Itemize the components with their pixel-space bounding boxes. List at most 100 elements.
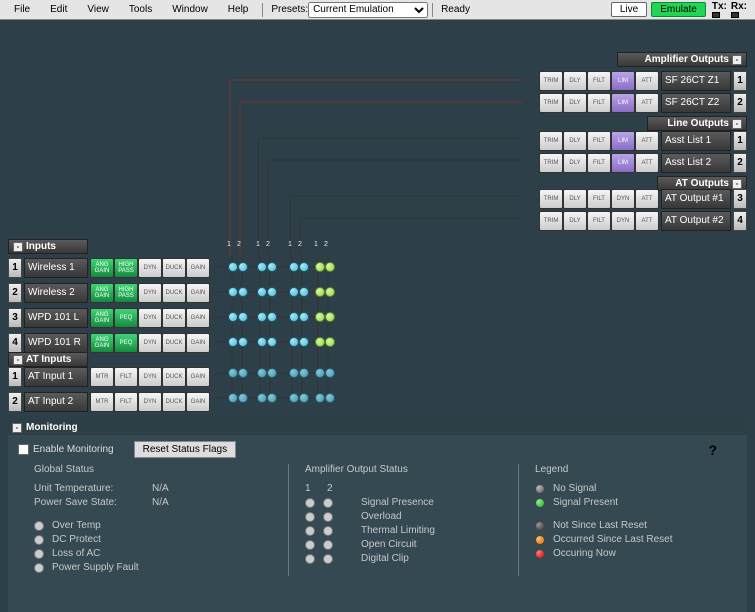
menu-edit[interactable]: Edit	[40, 2, 77, 17]
matrix-node[interactable]	[267, 262, 277, 272]
reset-status-button[interactable]: Reset Status Flags	[134, 441, 236, 458]
proc-block[interactable]: FILT	[587, 131, 611, 151]
proc-block[interactable]: FILT	[587, 211, 611, 231]
matrix-node[interactable]	[325, 312, 335, 322]
proc-block[interactable]: TRIM	[539, 153, 563, 173]
collapse-icon[interactable]: -	[732, 119, 742, 129]
channel-label[interactable]: AT Output #2	[661, 211, 731, 231]
proc-block[interactable]: ANG GAIN	[90, 258, 114, 278]
amp-outputs-header[interactable]: Amplifier Outputs-	[617, 52, 747, 67]
proc-block[interactable]: ATT	[635, 211, 659, 231]
matrix-node[interactable]	[228, 312, 238, 322]
matrix-node[interactable]	[228, 368, 238, 378]
channel-label[interactable]: Wireless 1	[24, 258, 88, 278]
matrix-node[interactable]	[267, 393, 277, 403]
matrix-node[interactable]	[299, 393, 309, 403]
proc-block[interactable]: DUCK	[162, 392, 186, 412]
proc-block[interactable]: LIM	[611, 71, 635, 91]
proc-block[interactable]: ANG GAIN	[90, 283, 114, 303]
proc-block[interactable]: FILT	[114, 367, 138, 387]
at-inputs-header[interactable]: -AT Inputs	[8, 352, 88, 367]
collapse-icon[interactable]: -	[13, 355, 23, 365]
proc-block[interactable]: HIGH PASS	[114, 283, 138, 303]
menu-view[interactable]: View	[77, 2, 119, 17]
proc-block[interactable]: FILT	[587, 71, 611, 91]
enable-monitoring-checkbox[interactable]: Enable Monitoring	[18, 444, 114, 455]
matrix-node[interactable]	[315, 287, 325, 297]
proc-block[interactable]: GAIN	[186, 333, 210, 353]
proc-block[interactable]: DYN	[138, 308, 162, 328]
emulate-button[interactable]: Emulate	[651, 2, 706, 17]
matrix-node[interactable]	[257, 368, 267, 378]
matrix-node[interactable]	[267, 312, 277, 322]
collapse-icon[interactable]: -	[12, 423, 22, 433]
proc-block[interactable]: DUCK	[162, 258, 186, 278]
matrix-node[interactable]	[267, 337, 277, 347]
collapse-icon[interactable]: -	[732, 55, 742, 65]
menu-window[interactable]: Window	[162, 2, 218, 17]
proc-block[interactable]: GAIN	[186, 258, 210, 278]
proc-block[interactable]: GAIN	[186, 308, 210, 328]
proc-block[interactable]: DLY	[563, 71, 587, 91]
matrix-node[interactable]	[228, 287, 238, 297]
matrix-node[interactable]	[325, 368, 335, 378]
help-icon[interactable]: ?	[708, 442, 717, 458]
matrix-node[interactable]	[289, 368, 299, 378]
matrix-node[interactable]	[325, 337, 335, 347]
matrix-node[interactable]	[299, 312, 309, 322]
proc-block[interactable]: PEQ	[114, 308, 138, 328]
channel-label[interactable]: AT Output #1	[661, 189, 731, 209]
collapse-icon[interactable]: -	[13, 242, 23, 252]
proc-block[interactable]: ANG GAIN	[90, 308, 114, 328]
proc-block[interactable]: DUCK	[162, 367, 186, 387]
collapse-icon[interactable]: -	[732, 179, 742, 189]
matrix-node[interactable]	[289, 287, 299, 297]
menu-tools[interactable]: Tools	[119, 2, 162, 17]
proc-block[interactable]: DYN	[611, 211, 635, 231]
proc-block[interactable]: FILT	[587, 93, 611, 113]
proc-block[interactable]: DLY	[563, 211, 587, 231]
matrix-node[interactable]	[299, 262, 309, 272]
proc-block[interactable]: ATT	[635, 71, 659, 91]
proc-block[interactable]: LIM	[611, 93, 635, 113]
proc-block[interactable]: DLY	[563, 189, 587, 209]
matrix-node[interactable]	[257, 312, 267, 322]
monitoring-header[interactable]: -Monitoring	[8, 420, 747, 435]
matrix-node[interactable]	[325, 262, 335, 272]
proc-block[interactable]: ANG GAIN	[90, 333, 114, 353]
matrix-node[interactable]	[315, 262, 325, 272]
matrix-node[interactable]	[238, 312, 248, 322]
matrix-node[interactable]	[299, 368, 309, 378]
matrix-node[interactable]	[315, 393, 325, 403]
proc-block[interactable]: DYN	[138, 367, 162, 387]
proc-block[interactable]: DLY	[563, 93, 587, 113]
proc-block[interactable]: ATT	[635, 189, 659, 209]
matrix-node[interactable]	[267, 368, 277, 378]
matrix-node[interactable]	[238, 262, 248, 272]
proc-block[interactable]: LIM	[611, 153, 635, 173]
matrix-node[interactable]	[315, 368, 325, 378]
proc-block[interactable]: DLY	[563, 153, 587, 173]
matrix-node[interactable]	[325, 287, 335, 297]
proc-block[interactable]: TRIM	[539, 211, 563, 231]
presets-select[interactable]: Current Emulation	[308, 2, 428, 18]
channel-label[interactable]: AT Input 1	[24, 367, 88, 387]
proc-block[interactable]: DUCK	[162, 283, 186, 303]
proc-block[interactable]: MTR	[90, 392, 114, 412]
live-button[interactable]: Live	[611, 2, 647, 17]
matrix-node[interactable]	[315, 312, 325, 322]
channel-label[interactable]: SF 26CT Z1	[661, 71, 731, 91]
matrix-node[interactable]	[289, 337, 299, 347]
matrix-node[interactable]	[257, 337, 267, 347]
proc-block[interactable]: ATT	[635, 153, 659, 173]
proc-block[interactable]: FILT	[587, 189, 611, 209]
matrix-node[interactable]	[257, 287, 267, 297]
line-outputs-header[interactable]: Line Outputs-	[647, 116, 747, 131]
channel-label[interactable]: AT Input 2	[24, 392, 88, 412]
inputs-header[interactable]: -Inputs	[8, 239, 88, 254]
proc-block[interactable]: GAIN	[186, 367, 210, 387]
matrix-node[interactable]	[238, 287, 248, 297]
matrix-node[interactable]	[238, 337, 248, 347]
proc-block[interactable]: TRIM	[539, 189, 563, 209]
proc-block[interactable]: DUCK	[162, 333, 186, 353]
